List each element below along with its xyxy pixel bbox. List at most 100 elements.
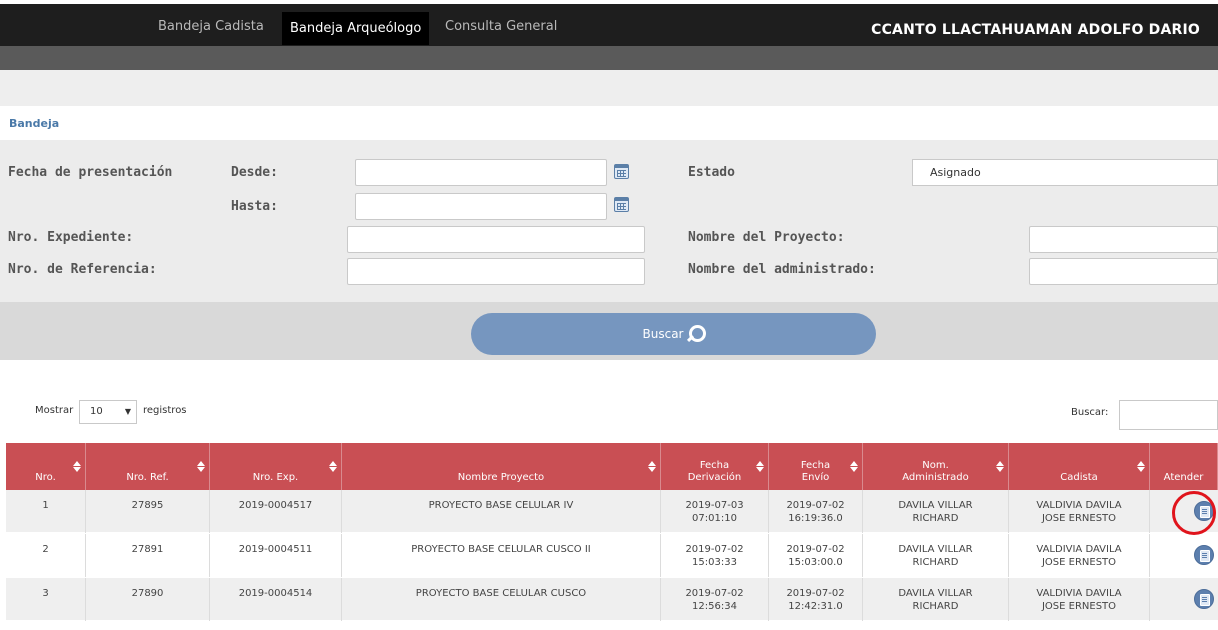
sort-icon[interactable] <box>329 461 337 472</box>
column-header-nro-exp[interactable]: Nro. Exp. <box>210 443 342 490</box>
cell-value: 2019-0004511 <box>238 544 313 555</box>
table-row: 1 27895 2019-0004517 PROYECTO BASE CELULAR … <box>6 490 1218 533</box>
cell-value: 2019-0004517 <box>238 500 313 511</box>
cell-value: 1 <box>42 500 49 511</box>
cell-value: PROYECTO BASE CELULAR IV <box>428 500 574 511</box>
nombre-proyecto-label: Nombre del Proyecto: <box>688 230 845 245</box>
cell-nom-administrado: DAVILA VILLAR RICHARD <box>863 534 1009 577</box>
sort-icon[interactable] <box>756 461 764 472</box>
cell-cadista: VALDIVIA DAVILA JOSE ERNESTO <box>1009 534 1150 577</box>
cell-fecha-envio: 2019-07-02 16:19:36.0 <box>769 490 863 533</box>
user-name[interactable]: CCANTO LLACTAHUAMAN ADOLFO DARIO <box>871 22 1200 38</box>
nro-expediente-label: Nro. Expediente: <box>8 230 134 245</box>
document-icon[interactable] <box>1194 589 1214 609</box>
cell-nro-ref: 27891 <box>86 534 210 577</box>
nav-bandeja-cadista[interactable]: Bandeja Cadista <box>158 19 264 34</box>
cell-nro: 3 <box>6 578 86 621</box>
sort-icon[interactable] <box>648 461 656 472</box>
column-header-cadista[interactable]: Cadista <box>1009 443 1150 490</box>
cell-nro-ref: 27890 <box>86 578 210 621</box>
cell-value: DAVILA VILLAR RICHARD <box>898 544 973 568</box>
cell-nro-ref: 27895 <box>86 490 210 533</box>
cell-nro-exp: 2019-0004517 <box>210 490 342 533</box>
mostrar-label: Mostrar <box>35 405 74 416</box>
calendar-icon[interactable] <box>614 197 629 212</box>
estado-select[interactable]: Asignado <box>912 159 1218 186</box>
column-header-label: Nombre Proyecto <box>457 472 545 483</box>
cell-nro-exp: 2019-0004514 <box>210 578 342 621</box>
cell-value: DAVILA VILLAR RICHARD <box>898 588 973 612</box>
nro-referencia-input[interactable] <box>347 258 645 285</box>
nombre-administrado-label: Nombre del administrado: <box>688 262 876 277</box>
cell-value: VALDIVIA DAVILA JOSE ERNESTO <box>1036 544 1122 568</box>
cell-nro: 1 <box>6 490 86 533</box>
hasta-input[interactable] <box>355 193 607 220</box>
nav-bandeja-arqueologo[interactable]: Bandeja Arqueólogo <box>282 12 430 45</box>
column-header-label: Fecha Derivación <box>687 460 742 483</box>
nro-expediente-input[interactable] <box>347 226 645 253</box>
sub-navbar <box>0 46 1218 70</box>
page-length-value: 10 <box>90 406 103 417</box>
column-header-label: Nro. Ref. <box>126 472 169 483</box>
cell-nro: 2 <box>6 534 86 577</box>
column-header-nom-administrado[interactable]: Nom. Administrado <box>863 443 1009 490</box>
cell-value: 2019-0004514 <box>238 588 313 599</box>
cell-value: 2019-07-02 15:03:33 <box>685 544 744 568</box>
desde-input[interactable] <box>355 159 607 186</box>
sort-icon[interactable] <box>1137 461 1145 472</box>
registros-label: registros <box>143 405 187 416</box>
cell-nom-administrado: DAVILA VILLAR RICHARD <box>863 490 1009 533</box>
cell-value: PROYECTO BASE CELULAR CUSCO <box>415 588 587 599</box>
column-header-nro-ref[interactable]: Nro. Ref. <box>86 443 210 490</box>
document-icon[interactable] <box>1194 545 1214 565</box>
column-header-label: Cadista <box>1060 472 1098 483</box>
sort-icon[interactable] <box>850 461 858 472</box>
cell-value: VALDIVIA DAVILA JOSE ERNESTO <box>1036 588 1122 612</box>
table-row: 3 27890 2019-0004514 PROYECTO BASE CELULAR … <box>6 578 1218 621</box>
cell-nombre-proyecto: PROYECTO BASE CELULAR CUSCO <box>342 578 661 621</box>
cell-cadista: VALDIVIA DAVILA JOSE ERNESTO <box>1009 578 1150 621</box>
calendar-icon[interactable] <box>614 164 629 179</box>
buscar-button-label: Buscar <box>642 327 684 341</box>
cell-cadista: VALDIVIA DAVILA JOSE ERNESTO <box>1009 490 1150 533</box>
table-header: Nro. Nro. Ref. Nro. Exp. Nombre Proyecto Fec… <box>6 443 1218 490</box>
cell-value: 2019-07-03 07:01:10 <box>685 500 744 524</box>
hasta-label: Hasta: <box>231 199 278 214</box>
nombre-administrado-input[interactable] <box>1029 258 1218 285</box>
top-navbar: Bandeja Cadista Bandeja Arqueólogo Consu… <box>0 0 1218 46</box>
estado-label: Estado <box>688 165 735 180</box>
sort-icon[interactable] <box>73 461 81 472</box>
cell-nom-administrado: DAVILA VILLAR RICHARD <box>863 578 1009 621</box>
cell-value: PROYECTO BASE CELULAR CUSCO II <box>411 544 591 555</box>
column-header-label: Nro. <box>35 472 56 483</box>
table-search-input[interactable] <box>1119 400 1218 430</box>
table-search-label: Buscar: <box>1071 407 1109 418</box>
column-header-label: Nom. Administrado <box>902 460 969 483</box>
column-header-nro[interactable]: Nro. <box>6 443 86 490</box>
nombre-proyecto-input[interactable] <box>1029 226 1218 253</box>
cell-value: VALDIVIA DAVILA JOSE ERNESTO <box>1036 500 1122 524</box>
buscar-button[interactable]: Buscar <box>471 313 876 355</box>
sort-icon[interactable] <box>996 461 1004 472</box>
cell-nombre-proyecto: PROYECTO BASE CELULAR IV <box>342 490 661 533</box>
column-header-atender[interactable]: Atender <box>1150 443 1218 490</box>
breadcrumb[interactable]: Bandeja <box>9 117 59 130</box>
cell-value: 27891 <box>131 544 164 555</box>
cell-value: 2019-07-02 12:42:31.0 <box>786 588 845 612</box>
column-header-fecha-derivacion[interactable]: Fecha Derivación <box>661 443 769 490</box>
column-header-nombre-proyecto[interactable]: Nombre Proyecto <box>342 443 661 490</box>
cell-fecha-envio: 2019-07-02 12:42:31.0 <box>769 578 863 621</box>
cell-value: DAVILA VILLAR RICHARD <box>898 500 973 524</box>
column-header-label: Fecha Envío <box>800 460 831 483</box>
nav-consulta-general[interactable]: Consulta General <box>445 19 557 34</box>
cell-fecha-envio: 2019-07-02 15:03:00.0 <box>769 534 863 577</box>
table-row: 2 27891 2019-0004511 PROYECTO BASE CELULAR … <box>6 534 1218 577</box>
page-length-select[interactable]: 10 ▼ <box>79 400 137 424</box>
column-header-label: Atender <box>1163 472 1204 483</box>
sort-icon[interactable] <box>197 461 205 472</box>
column-header-fecha-envio[interactable]: Fecha Envío <box>769 443 863 490</box>
caret-down-icon: ▼ <box>124 407 131 416</box>
cell-nro-exp: 2019-0004511 <box>210 534 342 577</box>
desde-label: Desde: <box>231 165 278 180</box>
cell-value: 27890 <box>131 588 164 599</box>
